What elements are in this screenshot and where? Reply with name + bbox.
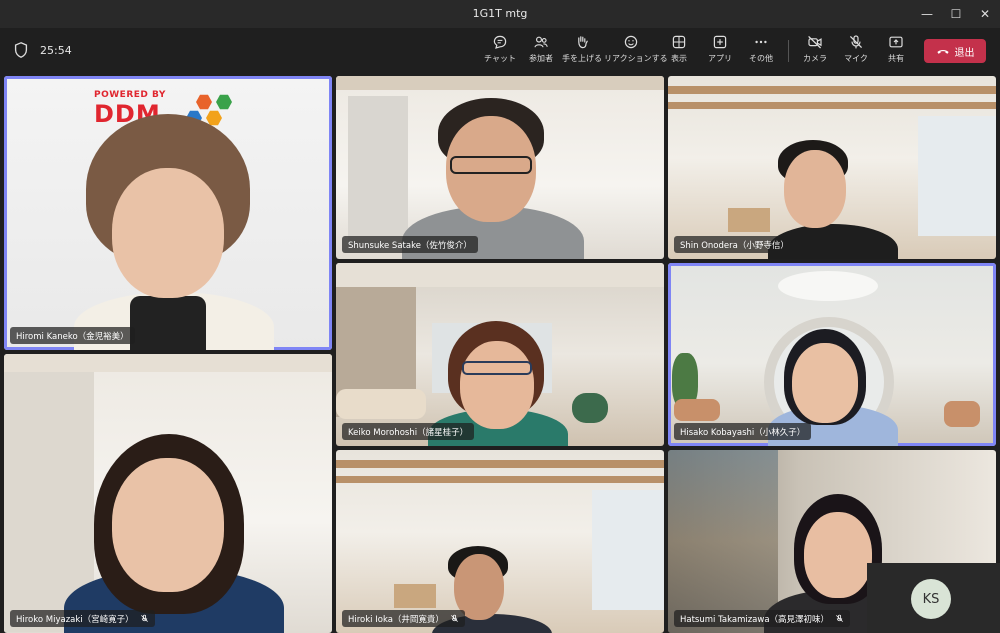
wall-panel bbox=[348, 96, 408, 246]
ceiling bbox=[336, 263, 664, 287]
window-title: 1G1T mtg bbox=[472, 7, 528, 20]
share-button[interactable]: 共有 bbox=[870, 34, 922, 70]
mic-off-icon bbox=[849, 35, 863, 49]
people-icon bbox=[534, 36, 548, 48]
mic-off-icon bbox=[451, 614, 458, 622]
ceiling bbox=[4, 354, 332, 372]
raise-hand-label: 手を上げる bbox=[562, 54, 602, 63]
self-view-tile[interactable]: KS bbox=[867, 563, 1000, 633]
participant-name-tag: Shunsuke Satake（佐竹俊介） bbox=[342, 236, 478, 253]
react-label: リアクションする bbox=[604, 54, 668, 63]
avatar: KS bbox=[911, 579, 951, 619]
react-button[interactable]: リアクションする bbox=[604, 34, 668, 70]
grid-view-icon bbox=[672, 35, 686, 49]
chair bbox=[674, 399, 720, 421]
video-tile-hiroko-miyazaki[interactable]: Hiroko Miyazaki（宮崎寛子） bbox=[4, 354, 332, 633]
minimize-icon[interactable]: — bbox=[912, 3, 942, 25]
video-tile-hisako-kobayashi[interactable]: Hisako Kobayashi（小林久子） bbox=[668, 263, 996, 446]
participant-name-tag: Hiromi Kaneko（金児裕美） bbox=[10, 327, 135, 344]
raise-hand-icon bbox=[578, 36, 588, 49]
sofa bbox=[336, 389, 426, 419]
ceiling-beam bbox=[668, 102, 996, 109]
close-icon[interactable]: ✕ bbox=[970, 3, 1000, 25]
raise-hand-button[interactable]: 手を上げる bbox=[556, 34, 608, 70]
logo-hex-icon bbox=[216, 94, 232, 110]
video-tile-shunsuke-satake[interactable]: Shunsuke Satake（佐竹俊介） bbox=[336, 76, 664, 259]
meeting-toolbar: 25:54 チャット 参加者 手を上げる リアクションする 表示 アプリ その他 bbox=[0, 28, 1000, 74]
chat-icon bbox=[493, 35, 507, 49]
mic-off-icon bbox=[140, 614, 148, 622]
window-panel bbox=[918, 116, 996, 236]
participant-name-tag: Hiroki Ioka（井岡寛貴） bbox=[342, 610, 465, 627]
ceiling-beam bbox=[336, 460, 664, 468]
glasses-icon bbox=[450, 156, 532, 174]
more-icon bbox=[755, 40, 767, 44]
participant-name-tag: Shin Onodera（小野寺信） bbox=[674, 236, 795, 253]
participant-name-tag: Hisako Kobayashi（小林久子） bbox=[674, 423, 812, 440]
maximize-icon[interactable]: ☐ bbox=[941, 3, 971, 25]
chair bbox=[394, 584, 436, 608]
participant-name-tag: Hiroko Miyazaki（宮崎寛子） bbox=[10, 610, 155, 627]
leave-button[interactable]: 退出 bbox=[924, 39, 986, 63]
chair bbox=[728, 208, 770, 232]
window-panel bbox=[592, 490, 664, 610]
video-tile-keiko-morohoshi[interactable]: Keiko Morohoshi（諸星桂子） bbox=[336, 263, 664, 446]
phone-hangup-icon bbox=[936, 49, 949, 54]
participant-name-tag: Hatsumi Takamizawa（高見澤初味） bbox=[674, 610, 851, 627]
glasses-icon bbox=[462, 361, 532, 375]
video-tile-hiromi-kaneko[interactable]: POWERED BY DDM Hiromi Kaneko（金児裕美） bbox=[4, 76, 332, 350]
participant-name-tag: Keiko Morohoshi（諸星桂子） bbox=[342, 423, 475, 440]
teams-meeting-window: 1G1T mtg — ☐ ✕ 25:54 チャット 参加者 手を上げる リアクシ… bbox=[0, 0, 1000, 633]
more-label: その他 bbox=[749, 54, 773, 63]
share-label: 共有 bbox=[888, 54, 904, 63]
logo-hex-icon bbox=[196, 94, 212, 110]
shield-icon[interactable] bbox=[12, 41, 30, 59]
ceiling-beam bbox=[336, 476, 664, 483]
logo-powered-by: POWERED BY bbox=[94, 90, 166, 100]
add-app-icon bbox=[713, 35, 727, 49]
chair bbox=[944, 401, 980, 427]
ceiling-beam bbox=[668, 86, 996, 94]
video-tile-shin-onodera[interactable]: Shin Onodera（小野寺信） bbox=[668, 76, 996, 259]
title-bar: 1G1T mtg — ☐ ✕ bbox=[0, 0, 1000, 28]
bookshelf bbox=[668, 450, 778, 633]
meeting-timer: 25:54 bbox=[40, 44, 72, 57]
video-tile-hiroki-ioka[interactable]: Hiroki Ioka（井岡寛貴） bbox=[336, 450, 664, 633]
smiley-icon bbox=[624, 35, 638, 49]
share-icon bbox=[889, 36, 903, 48]
more-button[interactable]: その他 bbox=[735, 34, 787, 70]
camera-off-icon bbox=[808, 35, 822, 49]
leave-label: 退出 bbox=[954, 47, 975, 59]
chair bbox=[572, 393, 608, 423]
ceiling-light bbox=[778, 271, 878, 301]
mic-off-icon bbox=[836, 614, 843, 622]
ceiling-beam bbox=[336, 76, 664, 90]
